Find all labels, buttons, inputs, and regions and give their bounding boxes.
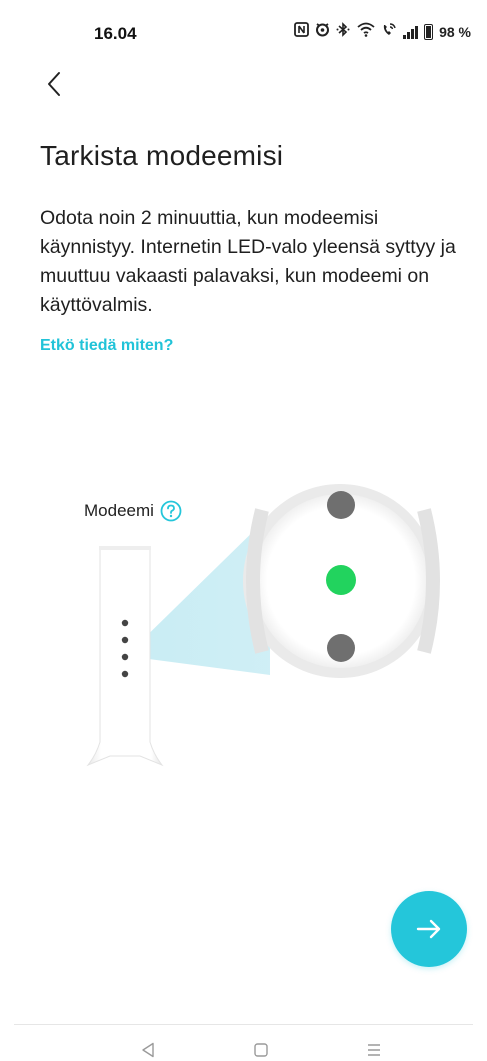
next-button[interactable] (391, 891, 467, 967)
modem-illustration: Modeemi (0, 460, 487, 790)
battery-percentage: 98 % (439, 23, 471, 40)
status-icons: 98 % (294, 22, 471, 41)
question-circle-icon[interactable] (160, 500, 182, 522)
led-bottom (327, 634, 355, 662)
led-middle (326, 565, 356, 595)
home-square-icon (254, 1043, 268, 1057)
nfc-icon (294, 22, 309, 41)
modem-top-edge (99, 546, 151, 550)
back-button[interactable] (34, 64, 74, 104)
nav-back-button[interactable] (138, 1040, 158, 1060)
modem-label-text: Modeemi (84, 501, 154, 520)
help-link[interactable]: Etkö tiedä miten? (40, 337, 173, 355)
menu-lines-icon (368, 1044, 380, 1056)
nav-home-button[interactable] (251, 1040, 271, 1060)
battery-icon (424, 23, 434, 40)
system-nav-bar (0, 1028, 487, 1061)
nav-menu-button[interactable] (364, 1040, 384, 1060)
signal-icon (403, 25, 419, 39)
modem-led-1 (121, 619, 129, 627)
chevron-left-icon (48, 72, 60, 96)
back-triangle-icon (142, 1042, 154, 1058)
status-time: 16.04 (94, 24, 137, 43)
modem-label: Modeemi (84, 500, 182, 522)
bottom-divider (14, 1024, 473, 1025)
modem-led-4 (121, 670, 129, 678)
modem-led-2 (121, 636, 129, 644)
page-title: Tarkista modeemisi (40, 140, 284, 171)
arrow-right-icon (416, 919, 441, 939)
modem-led-graphic (86, 484, 440, 767)
alarm-icon (315, 22, 330, 41)
wifi-icon (357, 22, 375, 41)
volte-icon (381, 22, 397, 41)
screen: 16.04 98 % Tarkista modeemisi Odota noin… (0, 0, 487, 1061)
instruction-text: Odota noin 2 minuuttia, kun modeemisi kä… (40, 207, 456, 316)
status-bar: 16.04 98 % (0, 0, 487, 66)
bluetooth-icon (336, 22, 351, 41)
modem-led-3 (121, 653, 129, 661)
led-top (327, 491, 355, 519)
